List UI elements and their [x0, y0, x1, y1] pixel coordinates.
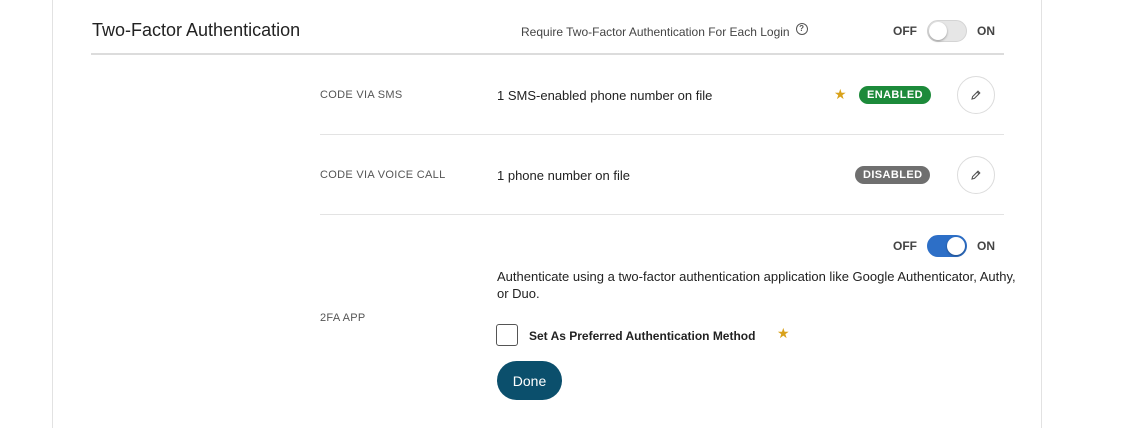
app-method-label: 2FA APP [320, 312, 366, 324]
toggle-on-label: ON [977, 24, 995, 38]
preferred-star-icon: ★ [834, 86, 847, 102]
row-divider [320, 134, 1004, 135]
toggle-knob [947, 237, 965, 255]
sms-status-badge: ENABLED [859, 86, 931, 104]
help-icon[interactable]: ? [795, 23, 808, 35]
header-divider [91, 53, 1004, 55]
preferred-star-icon: ★ [777, 325, 790, 341]
app-method-description: Authenticate using a two-factor authenti… [497, 269, 1016, 301]
toggle-off-label: OFF [893, 24, 917, 38]
preferred-method-checkbox[interactable] [496, 324, 518, 346]
done-button[interactable]: Done [497, 361, 562, 400]
toggle-knob [929, 22, 947, 40]
require-2fa-toggle[interactable] [927, 20, 967, 42]
require-2fa-text: Require Two-Factor Authentication For Ea… [521, 25, 790, 39]
pencil-icon [971, 90, 981, 100]
toggle-off-label: OFF [893, 239, 917, 253]
app-toggle-group: OFF ON [893, 235, 995, 257]
voice-edit-button[interactable] [957, 156, 995, 194]
require-2fa-toggle-group: OFF ON [893, 20, 995, 42]
sms-method-label: CODE VIA SMS [320, 89, 403, 101]
pencil-icon [971, 170, 981, 180]
sms-edit-button[interactable] [957, 76, 995, 114]
app-2fa-toggle[interactable] [927, 235, 967, 257]
section-title: Two-Factor Authentication [92, 20, 301, 40]
preferred-method-label[interactable]: Set As Preferred Authentication Method [529, 329, 755, 343]
voice-status-badge: DISABLED [855, 166, 931, 184]
require-2fa-label: Require Two-Factor Authentication For Ea… [521, 23, 808, 39]
toggle-on-label: ON [977, 239, 995, 253]
voice-method-description: 1 phone number on file [497, 168, 630, 183]
sms-method-description: 1 SMS-enabled phone number on file [497, 88, 713, 103]
row-divider [320, 214, 1004, 215]
voice-method-label: CODE VIA VOICE CALL [320, 169, 446, 181]
